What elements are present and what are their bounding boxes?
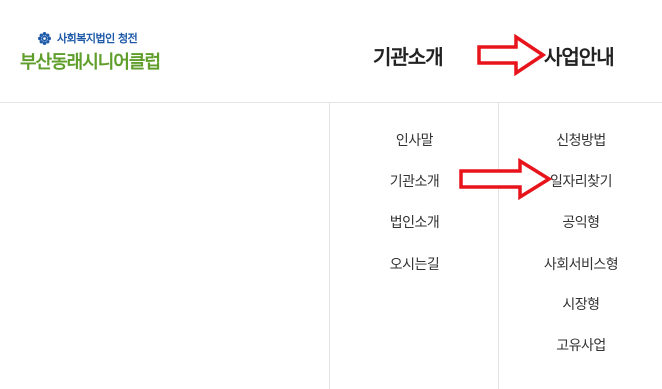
logo-subtitle: 사회복지법인 청전 <box>57 32 138 45</box>
gear-flower-icon <box>38 31 51 45</box>
menu-item-market[interactable]: 시장형 <box>499 294 662 314</box>
site-header: 사회복지법인 청전 부산동래시니어클럽 기관소개 사업안내 <box>0 0 662 103</box>
dropdown-menu: 인사말 기관소개 법인소개 오시는길 신청방법 일자리찾기 공익형 사회서비스형… <box>329 103 662 389</box>
dropdown-column-business: 신청방법 일자리찾기 공익형 사회서비스형 시장형 고유사업 <box>498 103 662 389</box>
nav-item-about[interactable]: 기관소개 <box>373 41 444 70</box>
logo-title: 부산동래시니어클럽 <box>20 52 161 73</box>
menu-item-social-service[interactable]: 사회서비스형 <box>499 254 662 274</box>
dropdown-column-about: 인사말 기관소개 법인소개 오시는길 <box>329 103 499 389</box>
red-right-arrow-icon <box>477 34 546 76</box>
menu-item-apply-method[interactable]: 신청방법 <box>499 130 662 150</box>
menu-item-corporation[interactable]: 법인소개 <box>330 212 499 232</box>
red-right-arrow-icon <box>459 158 552 200</box>
menu-item-directions[interactable]: 오시는길 <box>330 254 499 274</box>
menu-item-greeting[interactable]: 인사말 <box>330 130 499 150</box>
menu-item-unique-business[interactable]: 고유사업 <box>499 335 662 355</box>
menu-item-public-interest[interactable]: 공익형 <box>499 212 662 232</box>
nav-item-business[interactable]: 사업안내 <box>544 41 615 70</box>
logo[interactable]: 사회복지법인 청전 부산동래시니어클럽 <box>20 30 161 74</box>
